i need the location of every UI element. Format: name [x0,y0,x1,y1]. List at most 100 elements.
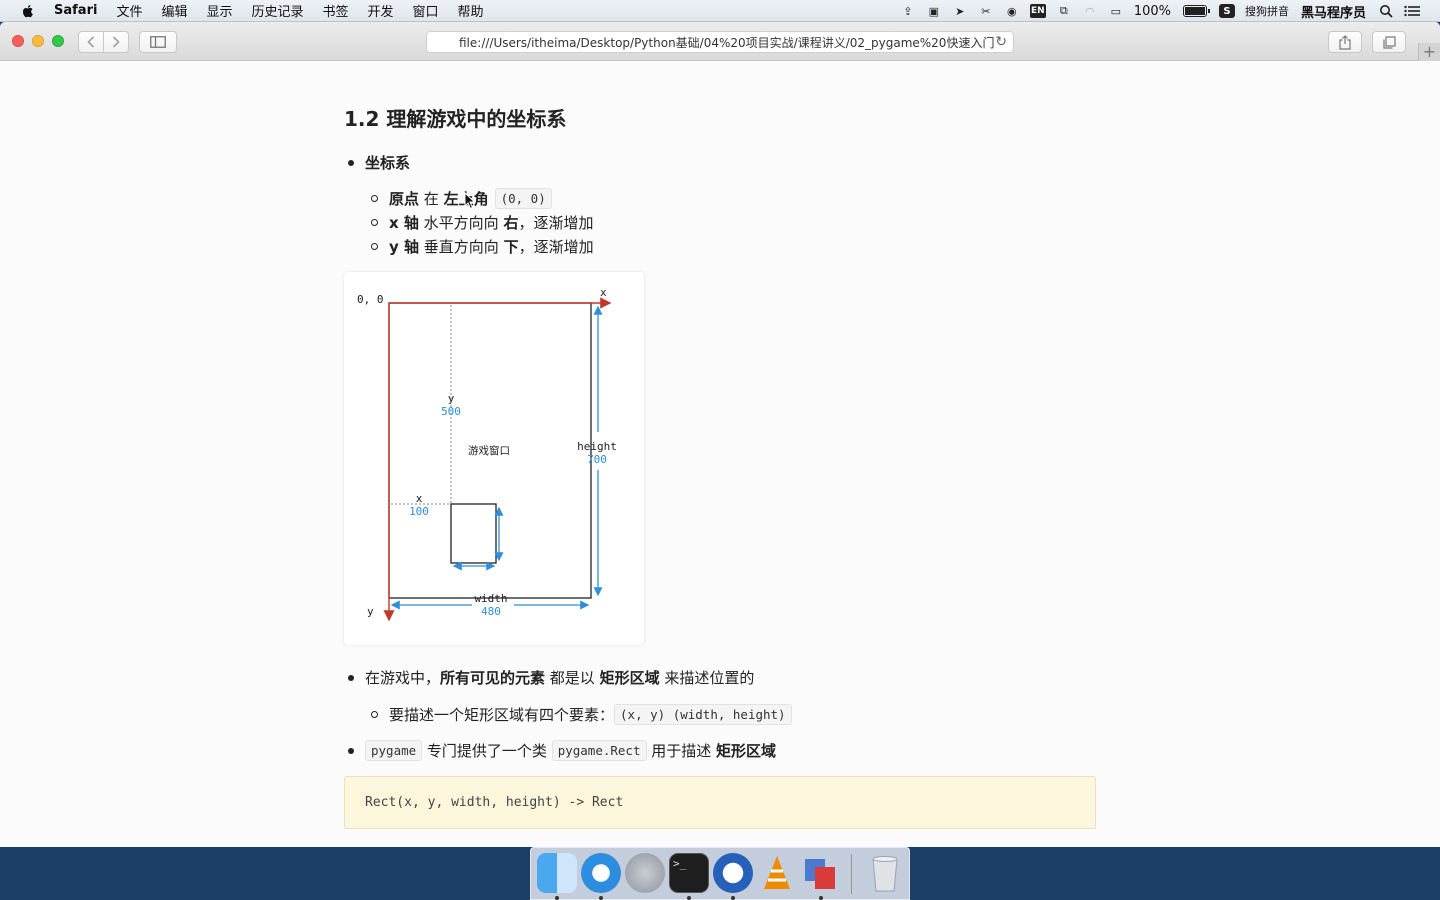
notification-center-icon[interactable] [1404,4,1420,18]
menu-file[interactable]: 文件 [116,1,142,20]
term-down: 下 [503,238,519,256]
inline-code: (0, 0) [494,188,552,209]
text: 都是以 [545,669,600,687]
spotlight-icon[interactable] [1378,4,1394,18]
browser-toolbar: file:///Users/itheima/Desktop/Python基础/0… [0,22,1440,61]
back-button[interactable] [78,31,104,53]
y-offset-label: y [448,392,455,405]
tabs-icon [1382,35,1396,49]
battery-icon[interactable] [1182,5,1210,17]
chevron-right-icon [112,36,120,48]
tab-overview-button[interactable] [1372,31,1406,53]
inline-code: (x, y) (width, height) [614,704,792,725]
height-label: height [577,440,617,453]
terminal-icon[interactable]: >_ [669,853,709,893]
list-item: x 轴 水平方向向 右 ，逐渐增加 [371,212,593,233]
bullet-dot [348,159,354,166]
y-axis-label: y [367,605,374,618]
dock-separator [851,854,852,894]
sogou-icon[interactable]: S [1218,4,1235,18]
menu-develop[interactable]: 开发 [368,1,394,20]
parallels-icon[interactable] [801,853,841,893]
menu-view[interactable]: 显示 [206,1,232,20]
zoom-window-button[interactable] [52,35,64,47]
upload-icon[interactable]: ⇪ [900,4,916,18]
share-icon [1339,34,1351,50]
u-icon[interactable]: ◉ [1004,4,1020,18]
list-item: 在游戏中， 所有可见的元素 都是以 矩形区域 来描述位置的 [348,667,754,688]
text: 水平方向向 [418,214,504,232]
bullet-ring [371,195,378,202]
menu-window[interactable]: 窗口 [413,1,439,20]
bullet-text: 坐标系 [365,154,411,172]
origin-label: 0, 0 [357,293,384,306]
xmind-icon[interactable] [713,853,753,893]
bullet-ring [371,219,378,226]
bullet-ring [371,243,378,250]
width-label: width [474,592,507,605]
game-window-label: 游戏窗口 [468,444,510,457]
finder-icon[interactable] [537,853,577,893]
list-item: y 轴 垂直方向向 下 ，逐渐增加 [371,236,594,257]
battery-percent: 100% [1133,3,1171,19]
menu-edit[interactable]: 编辑 [161,1,187,20]
sidebar-toggle-button[interactable] [139,31,177,53]
menu-bookmarks[interactable]: 书签 [323,1,349,20]
wifi-icon[interactable]: ◠ [1082,4,1098,18]
term-right: 右 [503,214,519,232]
airplay-icon[interactable]: ▭ [1108,4,1124,18]
launchpad-icon[interactable] [625,853,665,893]
new-tab-button[interactable]: + [1418,43,1440,61]
width-value: 480 [481,605,501,618]
term-rect-area: 矩形区域 [716,742,777,760]
video-icon[interactable]: ▣ [926,4,942,18]
send-icon[interactable]: ➤ [952,4,968,18]
list-item: pygame 专门提供了一个类 pygame.Rect 用于描述 矩形区域 [348,740,776,761]
reload-icon[interactable]: ↻ [995,34,1007,50]
url-text: file:///Users/itheima/Desktop/Python基础/0… [459,35,995,50]
inline-code: pygame.Rect [551,740,647,761]
list-item: 坐标系 [348,152,410,173]
en-icon[interactable]: EN [1029,4,1046,18]
text: 专门提供了一个类 [422,742,552,760]
trash-icon[interactable] [865,853,905,893]
status-area: ⇪ ▣ ➤ ✂ ◉ EN ⧉ ◠ ▭ 100% S 搜狗拼音 黑马程序员 [900,0,1440,22]
text: ，逐渐增加 [518,238,594,256]
minimize-window-button[interactable] [32,35,44,47]
app-menu-safari[interactable]: Safari [54,3,97,18]
text: 要描述一个矩形区域有四个要素： [389,706,615,724]
dock: >_ [530,847,910,900]
rect-area [450,503,497,564]
coordinate-diagram: 0, 0 x y y 500 x 100 height 700 width 48… [357,286,617,622]
safari-icon[interactable] [581,853,621,893]
apple-menu-icon[interactable] [20,3,36,19]
inline-code: pygame [365,740,423,761]
scissors-icon[interactable]: ✂ [978,4,994,18]
coordinate-figure: 0, 0 x y y 500 x 100 height 700 width 48… [344,272,644,645]
forward-button[interactable] [103,31,129,53]
user-name[interactable]: 黑马程序员 [1301,2,1366,21]
term-rect-area: 矩形区域 [599,669,660,687]
running-indicator [819,896,823,900]
menu-help[interactable]: 帮助 [458,1,484,20]
mouse-cursor-icon [464,192,476,210]
share-button[interactable] [1328,31,1362,53]
x-axis-label: x [600,286,607,299]
list-item: 原点 在 左上角 (0, 0) [371,188,552,209]
address-bar[interactable]: file:///Users/itheima/Desktop/Python基础/0… [426,31,1014,53]
close-window-button[interactable] [12,35,24,47]
term-origin: 原点 [389,190,420,208]
text: 在游戏中， [365,669,441,687]
chevron-left-icon [87,36,95,48]
running-indicator [731,896,735,900]
input-method-label[interactable]: 搜狗拼音 [1245,3,1289,19]
x-offset-value: 100 [409,505,429,518]
text: 垂直方向向 [419,238,504,256]
vlc-icon[interactable] [757,853,797,893]
sidebar-icon [150,36,166,48]
y-offset-value: 500 [441,405,461,418]
menu-history[interactable]: 历史记录 [251,1,303,20]
menu-bar: Safari 文件 编辑 显示 历史记录 书签 开发 窗口 帮助 ⇪ ▣ ➤ ✂… [0,0,1440,22]
screen-icon[interactable]: ⧉ [1056,4,1072,18]
safari-window: file:///Users/itheima/Desktop/Python基础/0… [0,22,1440,847]
